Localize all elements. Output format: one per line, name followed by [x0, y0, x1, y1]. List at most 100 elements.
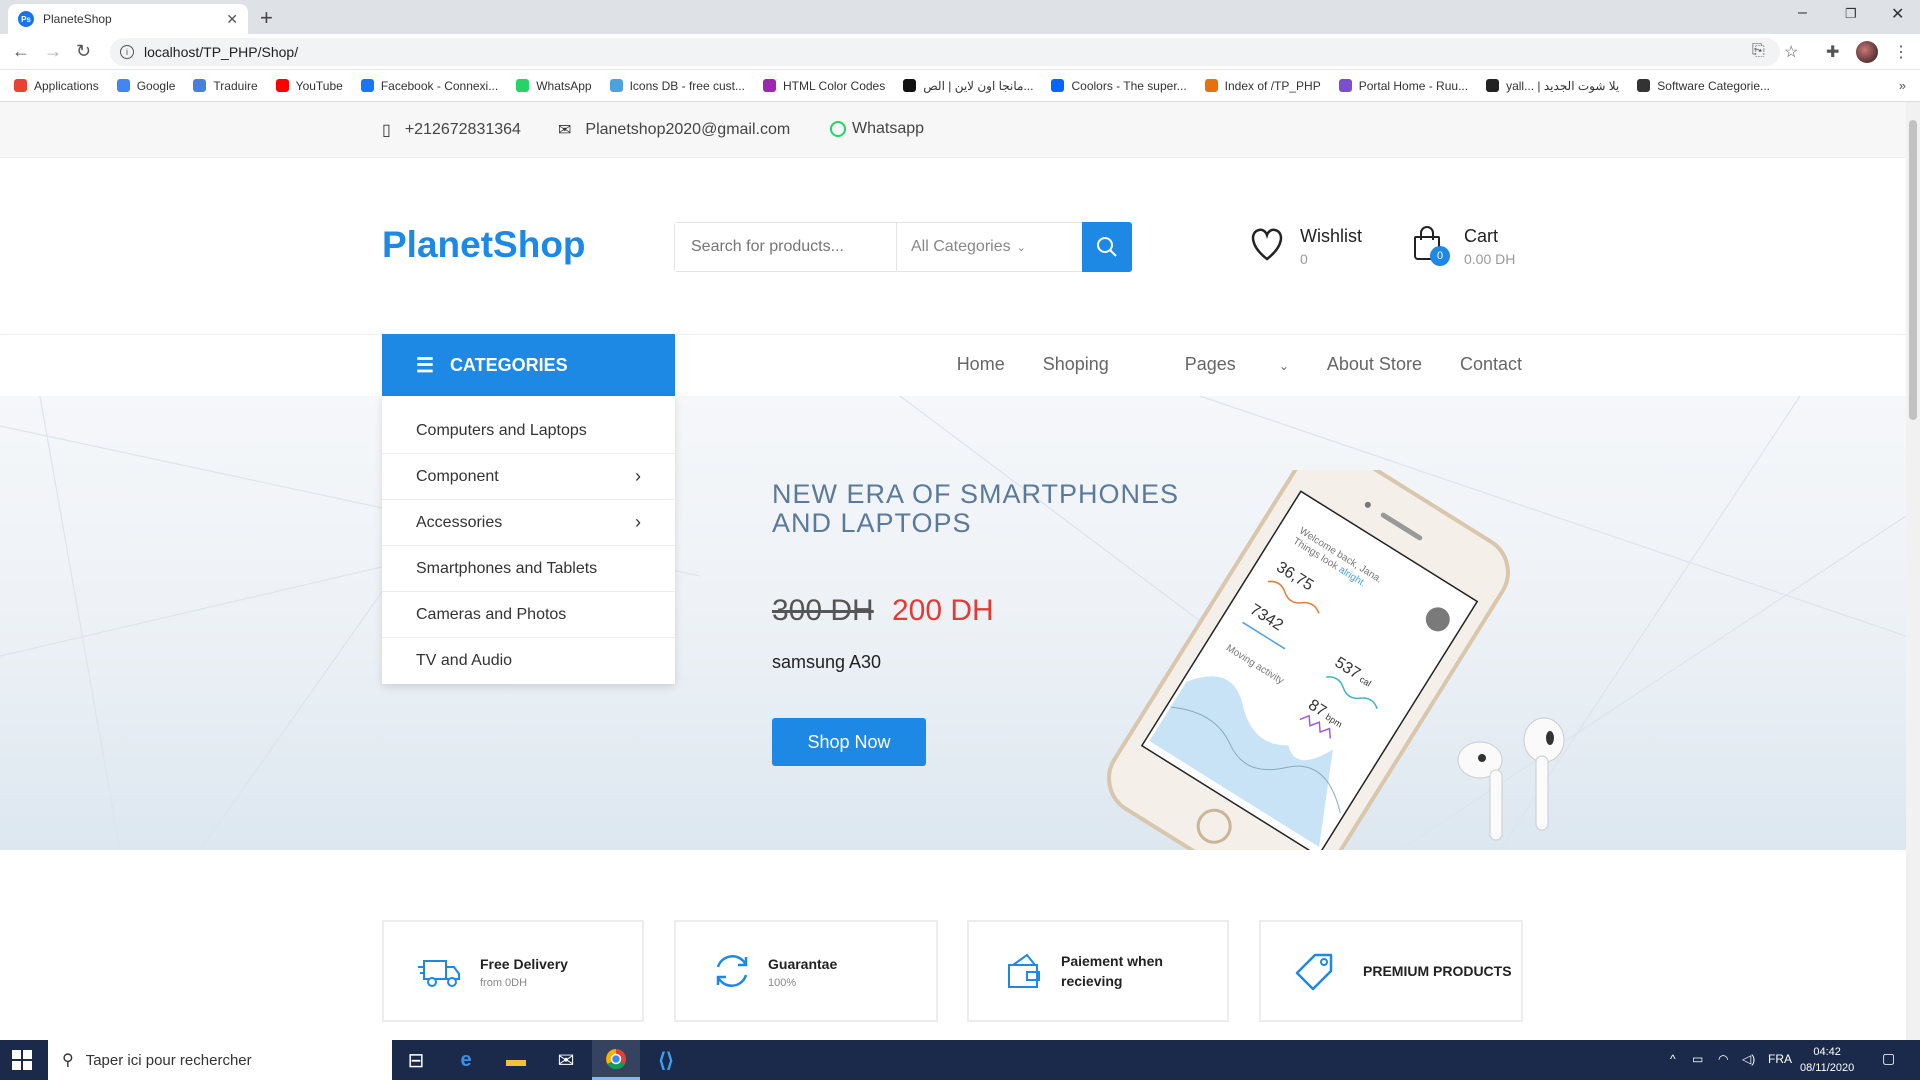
- bookmark-star-icon[interactable]: ☆: [1784, 42, 1798, 62]
- category-item[interactable]: Accessories ›: [382, 500, 675, 546]
- battery-icon[interactable]: ▭: [1692, 1052, 1703, 1066]
- bookmark-item[interactable]: Facebook - Connexi...: [360, 79, 498, 93]
- close-tab-icon[interactable]: ✕: [226, 11, 238, 28]
- page-scrollbar[interactable]: [1906, 102, 1920, 1040]
- mail-icon[interactable]: ✉: [542, 1040, 590, 1080]
- profile-avatar[interactable]: [1856, 41, 1878, 63]
- feature-payment: Paiement when recieving: [967, 920, 1229, 1022]
- email-contact[interactable]: ✉ Planetshop2020@gmail.com: [558, 120, 790, 140]
- language-indicator[interactable]: FRA: [1768, 1052, 1792, 1066]
- bookmark-item[interactable]: HTML Color Codes: [762, 78, 886, 93]
- whatsapp-contact[interactable]: Whatsapp: [830, 120, 924, 138]
- hamburger-icon: ☰: [416, 354, 434, 377]
- wishlist[interactable]: Wishlist 0: [1248, 226, 1362, 267]
- bookmark-item[interactable]: Applications: [14, 79, 99, 93]
- restore-icon[interactable]: ❐: [1845, 6, 1857, 22]
- categories-button[interactable]: ☰ CATEGORIES: [382, 334, 675, 396]
- bookmark-item[interactable]: Coolors - The super...: [1051, 79, 1187, 93]
- bookmark-item[interactable]: Google: [116, 79, 175, 93]
- address-bar[interactable]: i localhost/TP_PHP/Shop/: [110, 38, 1780, 66]
- edge-icon[interactable]: e: [442, 1040, 490, 1080]
- site-logo[interactable]: PlanetShop: [382, 224, 586, 266]
- bookmark-label: Icons DB - free cust...: [629, 78, 745, 93]
- chrome-icon[interactable]: [592, 1040, 640, 1080]
- scrollbar-thumb[interactable]: [1909, 120, 1917, 420]
- file-explorer-icon[interactable]: ▬: [492, 1040, 540, 1080]
- volume-icon[interactable]: ◁): [1742, 1052, 1755, 1066]
- bookmark-item[interactable]: Index of /TP_PHP: [1204, 78, 1321, 93]
- bookmark-label: yall... | يلا شوت الجديد: [1506, 78, 1620, 93]
- reload-icon[interactable]: ↻: [76, 41, 91, 62]
- category-select[interactable]: All Categories ⌄: [897, 223, 1077, 271]
- cart[interactable]: 0 Cart 0.00 DH: [1412, 226, 1515, 267]
- bookmark-item[interactable]: Software Categorie...: [1637, 79, 1770, 93]
- nav-about-store[interactable]: About Store: [1327, 354, 1422, 375]
- taskbar-search[interactable]: ⚲ Taper ici pour rechercher: [48, 1040, 392, 1080]
- feature-title: PREMIUM PRODUCTS: [1363, 963, 1512, 979]
- sale-price: 200 DH: [892, 594, 994, 627]
- category-item[interactable]: Computers and Laptops: [382, 408, 675, 454]
- nav-shoping[interactable]: Shoping: [1043, 354, 1109, 375]
- bookmark-label: مانجا اون لاين | الص...: [923, 78, 1034, 93]
- feature-subtitle: from 0DH: [480, 976, 528, 989]
- chrome-logo: [606, 1048, 626, 1069]
- bookmark-label: HTML Color Codes: [782, 78, 886, 93]
- tray-chevron-icon[interactable]: ^: [1670, 1052, 1676, 1066]
- nav-home[interactable]: Home: [957, 354, 1005, 375]
- browser-tab[interactable]: Ps PlaneteShop ✕: [8, 4, 248, 34]
- category-item[interactable]: Smartphones and Tablets: [382, 546, 675, 592]
- bookmark-label: Index of /TP_PHP: [1224, 78, 1321, 93]
- bookmarks-overflow-icon[interactable]: »: [1899, 78, 1906, 93]
- category-dropdown: Computers and Laptops Component › Accessori…: [382, 396, 675, 684]
- bookmark-item[interactable]: Icons DB - free cust...: [609, 78, 745, 93]
- heart-icon: [1251, 228, 1283, 261]
- wifi-icon[interactable]: ◠: [1718, 1052, 1728, 1066]
- phone-icon: ▯: [382, 122, 391, 139]
- category-item[interactable]: TV and Audio: [382, 638, 675, 684]
- task-view-icon[interactable]: ⊟: [392, 1040, 440, 1080]
- category-item[interactable]: Cameras and Photos: [382, 592, 675, 638]
- new-tab-icon[interactable]: +: [260, 5, 273, 31]
- url-text: localhost/TP_PHP/Shop/: [144, 44, 299, 60]
- translate-icon[interactable]: ⎘: [1752, 42, 1765, 60]
- search-button[interactable]: [1082, 222, 1132, 272]
- bookmark-item[interactable]: WhatsApp: [516, 78, 592, 93]
- whatsapp-text: Whatsapp: [852, 120, 925, 137]
- menu-kebab-icon[interactable]: ⋮: [1893, 42, 1909, 62]
- bookmark-favicon-icon: [762, 79, 776, 92]
- bookmark-favicon-icon: [903, 79, 917, 92]
- browser-tab-strip: Ps PlaneteShop ✕ + – ❐ ✕: [0, 0, 1920, 34]
- bookmark-item[interactable]: مانجا اون لاين | الص...: [903, 79, 1033, 93]
- phone-contact[interactable]: ▯ +212672831364: [382, 120, 521, 140]
- bookmark-item[interactable]: Traduire: [193, 79, 258, 93]
- chevron-right-icon: ›: [635, 466, 641, 486]
- nav-pages[interactable]: Pages ⌄: [1147, 354, 1289, 375]
- clock-date: 08/11/2020: [1800, 1062, 1855, 1074]
- info-icon[interactable]: i: [120, 45, 134, 59]
- nav-contact[interactable]: Contact: [1460, 354, 1522, 375]
- bookmark-favicon-icon: [360, 79, 374, 92]
- phone-text: +212672831364: [404, 121, 521, 138]
- bookmark-label: WhatsApp: [536, 78, 592, 93]
- category-select-value: All Categories: [911, 238, 1011, 255]
- minimize-icon[interactable]: –: [1798, 4, 1807, 22]
- bookmark-favicon-icon: [14, 79, 27, 92]
- extensions-icon[interactable]: ✚: [1826, 42, 1839, 62]
- windows-start-icon[interactable]: [12, 1050, 32, 1070]
- search-input[interactable]: [675, 223, 897, 271]
- cart-total: 0.00 DH: [1464, 251, 1516, 267]
- forward-icon[interactable]: →: [44, 41, 62, 62]
- back-icon[interactable]: ←: [12, 41, 30, 62]
- bookmark-item[interactable]: Portal Home - Ruu...: [1338, 79, 1468, 93]
- notification-icon[interactable]: ▢: [1882, 1050, 1895, 1067]
- category-item[interactable]: Component ›: [382, 454, 675, 500]
- product-name: samsung A30: [772, 652, 882, 672]
- bookmark-favicon-icon: [1204, 79, 1218, 92]
- close-window-icon[interactable]: ✕: [1891, 4, 1904, 24]
- shop-now-button[interactable]: Shop Now: [772, 718, 926, 766]
- bookmark-item[interactable]: yall... | يلا شوت الجديد: [1486, 79, 1619, 93]
- tag-icon: [1295, 953, 1333, 991]
- system-clock[interactable]: 04:42 08/11/2020: [1800, 1044, 1854, 1076]
- bookmark-item[interactable]: YouTube: [275, 79, 343, 93]
- vscode-icon[interactable]: ⟨⟩: [642, 1040, 690, 1080]
